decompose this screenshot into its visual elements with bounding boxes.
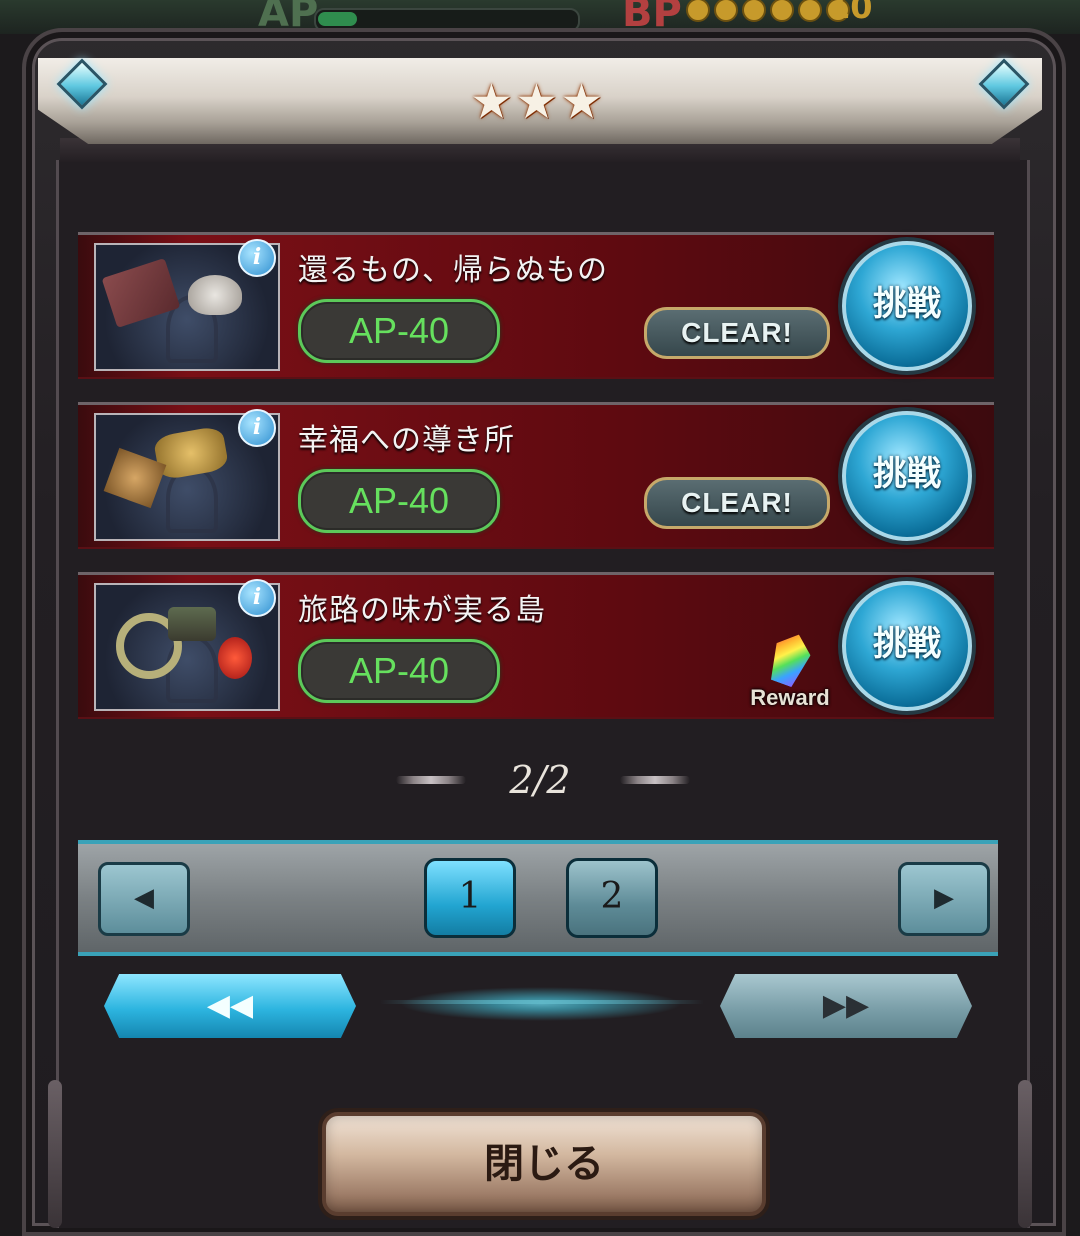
clear-badge: CLEAR! xyxy=(644,307,830,359)
star-icon: ★ xyxy=(560,74,604,130)
quest-title: 旅路の味が実る島 xyxy=(298,593,546,628)
lantern-fruit-icon xyxy=(218,637,252,679)
page-button-1[interactable]: 1 xyxy=(424,858,516,938)
bp-dots xyxy=(686,0,850,22)
last-page-button[interactable]: ▶▶ xyxy=(720,974,972,1038)
bp-count: 10 xyxy=(828,0,873,26)
bp-dot xyxy=(798,0,822,22)
pager-bar xyxy=(78,840,998,956)
reward-label: Reward xyxy=(750,685,830,710)
ap-cost-badge: AP-40 xyxy=(298,469,500,533)
rainbow-crystal-icon xyxy=(764,628,816,689)
prev-page-button[interactable]: ◀ xyxy=(98,862,190,936)
reward-badge: Reward xyxy=(740,631,840,719)
star-icon: ★ xyxy=(515,74,559,130)
chalice-icon xyxy=(188,275,242,315)
close-button[interactable]: 閉じる xyxy=(322,1112,766,1216)
info-icon[interactable]: i xyxy=(238,409,276,447)
challenge-button[interactable]: 挑戦 xyxy=(842,241,972,371)
ap-gauge-fill xyxy=(318,12,357,26)
vine-ornament xyxy=(1018,1080,1032,1228)
antler-icon xyxy=(152,425,230,481)
quest-row[interactable]: i 幸福への導き所 AP-40 CLEAR! 挑戦 xyxy=(78,402,994,549)
next-page-button[interactable]: ▶ xyxy=(898,862,990,936)
ap-cost-badge: AP-40 xyxy=(298,639,500,703)
page-indicator: 2/2 xyxy=(509,758,571,802)
bp-dot xyxy=(686,0,710,22)
difficulty-stars: ★ ★ ★ xyxy=(470,78,603,126)
star-icon: ★ xyxy=(470,74,514,130)
challenge-button[interactable]: 挑戦 xyxy=(842,411,972,541)
herb-box-icon xyxy=(168,607,216,641)
bp-dot xyxy=(770,0,794,22)
quest-title: 還るもの、帰らぬもの xyxy=(298,253,608,288)
quest-title: 幸福への導き所 xyxy=(298,423,515,458)
bp-dot xyxy=(714,0,738,22)
ornament xyxy=(376,984,706,1024)
clear-badge: CLEAR! xyxy=(644,477,830,529)
quest-row[interactable]: i 還るもの、帰らぬもの AP-40 CLEAR! 挑戦 xyxy=(78,232,994,379)
challenge-button[interactable]: 挑戦 xyxy=(842,581,972,711)
ap-cost-badge: AP-40 xyxy=(298,299,500,363)
ornament-line xyxy=(380,1000,704,1004)
vine-ornament xyxy=(48,1080,62,1228)
first-page-button[interactable]: ◀◀ xyxy=(104,974,356,1038)
info-icon[interactable]: i xyxy=(238,239,276,277)
info-icon[interactable]: i xyxy=(238,579,276,617)
bp-dot xyxy=(742,0,766,22)
quest-row[interactable]: i 旅路の味が実る島 AP-40 Reward 挑戦 xyxy=(78,572,994,719)
page-button-2[interactable]: 2 xyxy=(566,858,658,938)
